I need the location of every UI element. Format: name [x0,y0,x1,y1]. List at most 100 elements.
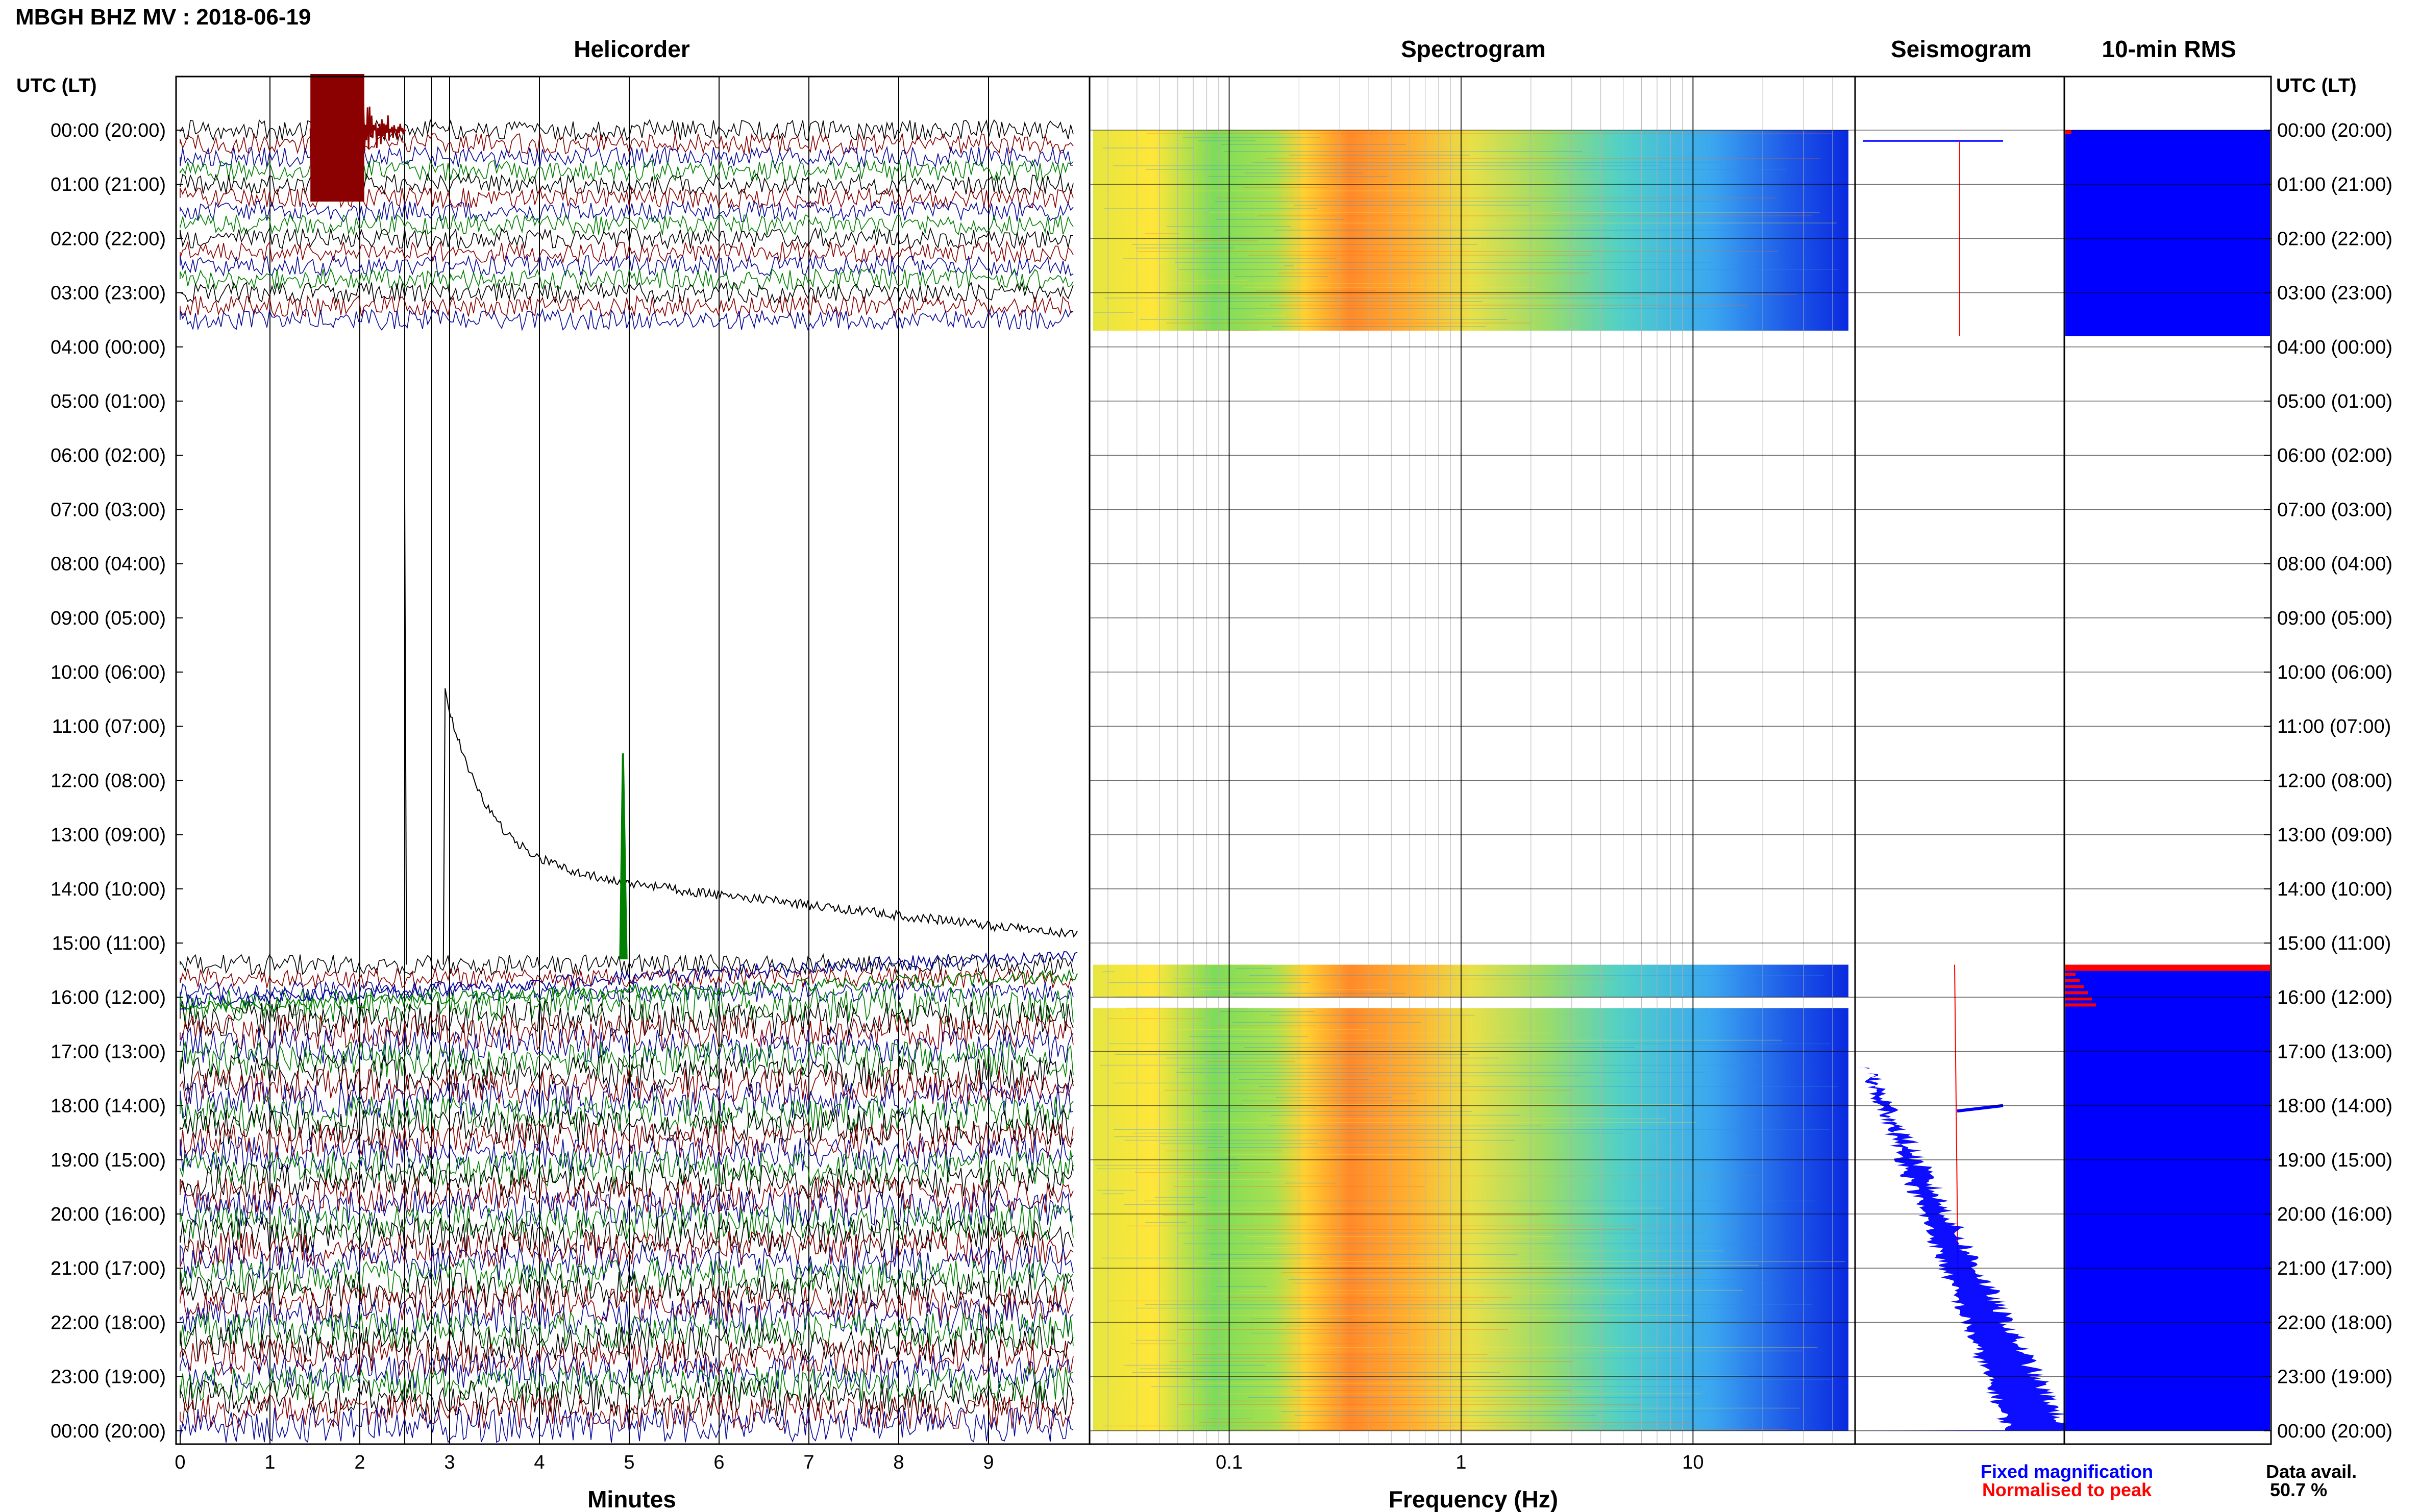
row-label-right: 00:00 (20:00) [2277,1421,2392,1442]
row-label-left: 20:00 (16:00) [51,1204,166,1225]
row-label-left: 01:00 (21:00) [51,174,166,195]
left-time-header: UTC (LT) [16,75,97,96]
row-label-right: 19:00 (15:00) [2277,1150,2392,1171]
rms-start-marker [2065,130,2071,134]
station-title: MBGH BHZ MV : 2018-06-19 [15,5,311,30]
helicorder-panel [180,74,1078,1444]
data-avail-label: Data avail. [2266,1461,2357,1482]
rms-peak-marker [2065,964,2270,971]
minutes-tick-label: 6 [713,1452,724,1473]
row-label-right: 13:00 (09:00) [2277,825,2392,846]
row-label-right: 01:00 (21:00) [2277,174,2392,195]
row-label-right: 06:00 (02:00) [2277,445,2392,466]
row-label-left: 11:00 (07:00) [52,716,166,737]
row-label-right: 03:00 (23:00) [2277,283,2392,304]
helicorder-event-green-spike [619,753,628,959]
row-label-left: 15:00 (11:00) [52,933,166,954]
minutes-tick-label: 2 [354,1452,365,1473]
rms-peak-tick [2065,997,2092,1001]
row-label-left: 04:00 (00:00) [51,337,166,358]
legend-fixed-magnification: Fixed magnification [1981,1461,2153,1482]
helicorder-trace [180,213,1074,236]
row-label-left: 18:00 (14:00) [51,1096,166,1117]
row-label-left: 10:00 (06:00) [51,662,166,683]
helicorder-trace [180,1406,1074,1444]
row-label-left: 06:00 (02:00) [51,445,166,466]
legend-normalised-to-peak: Normalised to peak [1982,1479,2152,1500]
seismogram-panel [1858,140,2075,1431]
right-time-header: UTC (LT) [2276,75,2357,96]
row-label-right: 07:00 (03:00) [2277,499,2392,520]
row-label-left: 07:00 (03:00) [51,499,166,520]
helicorder-event-burst-fill [310,74,364,202]
row-label-left: 00:00 (20:00) [51,120,166,141]
helicorder-trace [180,1176,1074,1214]
rms-peak-tick [2065,991,2088,995]
row-label-left: 16:00 (12:00) [51,987,166,1008]
helicorder-trace [180,294,1074,318]
row-label-left: 22:00 (18:00) [51,1312,166,1333]
row-label-right: 14:00 (10:00) [2277,879,2392,900]
rms-peak-tick [2065,985,2084,988]
data-avail-value: 50.7 % [2270,1479,2327,1500]
helicorder-event-transient [442,688,1078,965]
minutes-tick-label: 1 [264,1452,275,1473]
minutes-tick-label: 5 [624,1452,634,1473]
helicorder-trace [180,268,1074,291]
rms-peak-tick [2065,1003,2096,1007]
row-label-left: 21:00 (17:00) [51,1258,166,1279]
row-label-left: 09:00 (05:00) [51,608,166,629]
row-label-right: 10:00 (06:00) [2277,662,2392,683]
row-label-right: 15:00 (11:00) [2277,933,2391,954]
row-label-right: 23:00 (19:00) [2277,1367,2392,1388]
rms-peak-tick [2065,973,2076,976]
frequency-tick-label: 1 [1455,1452,1466,1473]
row-label-left: 12:00 (08:00) [51,770,166,791]
rms-peak-tick [2065,979,2080,982]
helicorder-title: Helicorder [574,36,690,62]
row-label-left: 08:00 (04:00) [51,554,166,575]
row-label-left: 03:00 (23:00) [51,283,166,304]
row-label-left: 19:00 (15:00) [51,1150,166,1171]
helicorder-trace [180,227,1074,250]
row-label-right: 00:00 (20:00) [2277,120,2392,141]
row-label-right: 04:00 (00:00) [2277,337,2392,358]
helicorder-figure: MBGH BHZ MV : 2018-06-19 Helicorder Spec… [15,5,2392,1512]
row-label-right: 11:00 (07:00) [2277,716,2391,737]
minutes-tick-label: 0 [175,1452,185,1473]
frequency-axis-label: Frequency (Hz) [1389,1486,1558,1512]
minutes-tick-label: 3 [444,1452,455,1473]
seismogram-title: Seismogram [1891,36,2032,62]
row-label-left: 17:00 (13:00) [51,1041,166,1062]
helicorder-trace [180,1365,1074,1404]
helicorder-trace [180,967,1074,989]
seismogram-fixed-blip [1957,1104,2004,1113]
row-label-right: 02:00 (22:00) [2277,228,2392,250]
minutes-tick-label: 8 [893,1452,904,1473]
row-label-right: 21:00 (17:00) [2277,1258,2392,1279]
row-label-left: 00:00 (20:00) [51,1421,166,1442]
rms-title: 10-min RMS [2102,36,2236,62]
row-label-right: 05:00 (01:00) [2277,391,2392,412]
row-label-right: 17:00 (13:00) [2277,1041,2392,1062]
helicorder-trace [180,200,1074,223]
frequency-tick-label: 0.1 [1216,1452,1243,1473]
frequency-tick-label: 10 [1682,1452,1704,1473]
minutes-tick-label: 9 [983,1452,994,1473]
spectrogram-title: Spectrogram [1401,36,1546,62]
row-label-right: 12:00 (08:00) [2277,770,2392,791]
minutes-tick-label: 7 [803,1452,814,1473]
spectrogram-panel [1093,77,1848,1444]
row-label-left: 13:00 (09:00) [51,825,166,846]
row-label-left: 02:00 (22:00) [51,228,166,250]
rms-bar-block-1 [2065,964,2270,1431]
row-label-right: 08:00 (04:00) [2277,554,2392,575]
row-label-right: 09:00 (05:00) [2277,608,2392,629]
helicorder-trace [180,1149,1074,1187]
row-label-left: 05:00 (01:00) [51,391,166,412]
panel-frame-0 [175,76,1091,1445]
minutes-axis-label: Minutes [587,1486,676,1512]
rms-bar-block-0 [2065,130,2270,336]
row-label-right: 22:00 (18:00) [2277,1312,2392,1333]
row-label-right: 20:00 (16:00) [2277,1204,2392,1225]
